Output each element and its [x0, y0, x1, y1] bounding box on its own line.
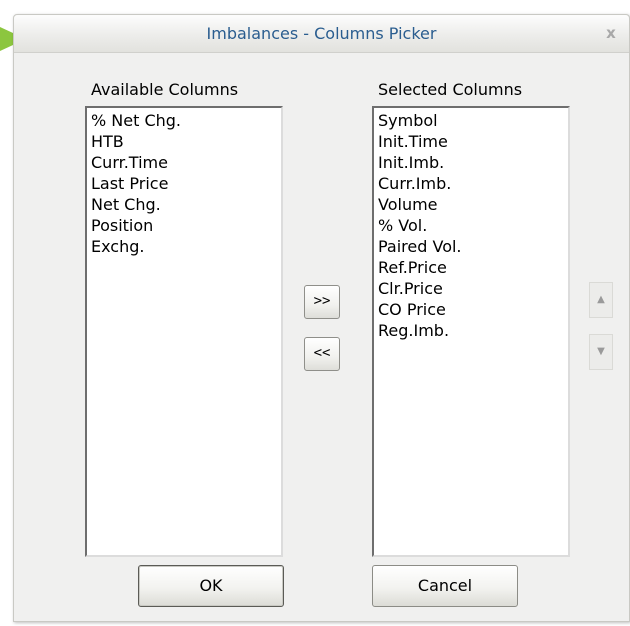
list-item[interactable]: Ref.Price [378, 257, 568, 278]
list-item[interactable]: Net Chg. [91, 194, 281, 215]
move-up-button[interactable]: ▲ [589, 282, 613, 318]
list-item[interactable]: Curr.Imb. [378, 173, 568, 194]
list-item[interactable]: Init.Imb. [378, 152, 568, 173]
ok-button[interactable]: OK [138, 565, 284, 607]
page: Imbalances - Columns Picker x Available … [0, 0, 630, 626]
list-item[interactable]: Init.Time [378, 131, 568, 152]
cancel-button[interactable]: Cancel [372, 565, 518, 607]
list-item[interactable]: Last Price [91, 173, 281, 194]
list-item[interactable]: Exchg. [91, 236, 281, 257]
list-item[interactable]: CO Price [378, 299, 568, 320]
list-item[interactable]: HTB [91, 131, 281, 152]
columns-picker-dialog: Imbalances - Columns Picker x Available … [13, 14, 630, 622]
add-column-button[interactable]: >> [304, 285, 340, 319]
selected-items: Symbol Init.Time Init.Imb. Curr.Imb. Volume%… [374, 108, 568, 341]
title-bar[interactable]: Imbalances - Columns Picker x [14, 15, 629, 53]
available-columns-label: Available Columns [91, 80, 239, 99]
triangle-up-icon: ▲ [597, 294, 605, 305]
list-item[interactable]: Curr.Time [91, 152, 281, 173]
remove-column-button[interactable]: << [304, 337, 340, 371]
available-columns-list[interactable]: % Net Chg. HTB Curr.Time Last Price Net Chg.… [85, 106, 283, 557]
selected-columns-label: Selected Columns [378, 80, 523, 99]
list-item[interactable]: Clr.Price [378, 278, 568, 299]
move-down-button[interactable]: ▼ [589, 334, 613, 370]
close-icon[interactable]: x [601, 23, 621, 43]
list-item[interactable]: % Net Chg. [91, 110, 281, 131]
list-item[interactable]: Paired Vol. [378, 236, 568, 257]
list-item[interactable]: Reg.Imb. [378, 320, 568, 341]
triangle-down-icon: ▼ [597, 346, 605, 357]
list-item[interactable]: Position [91, 215, 281, 236]
dialog-title: Imbalances - Columns Picker [206, 24, 437, 43]
list-item[interactable]: Volume [378, 194, 568, 215]
selected-columns-list[interactable]: Symbol Init.Time Init.Imb. Curr.Imb. Volume%… [372, 106, 570, 557]
list-item[interactable]: Symbol [378, 110, 568, 131]
list-item[interactable]: % Vol. [378, 215, 568, 236]
available-items: % Net Chg. HTB Curr.Time Last Price Net Chg.… [87, 108, 281, 257]
